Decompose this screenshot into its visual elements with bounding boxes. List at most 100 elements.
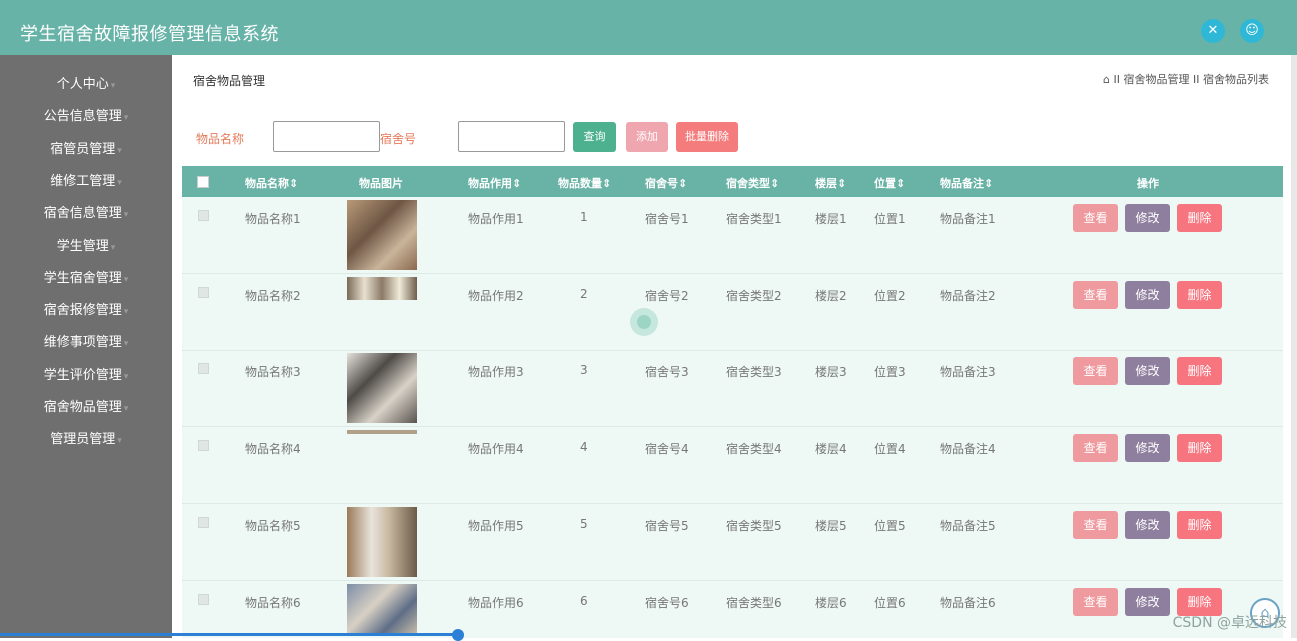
sidebar-item[interactable]: 维修事项管理▾ (0, 327, 172, 359)
view-button[interactable]: 查看 (1073, 281, 1118, 309)
edit-button[interactable]: 修改 (1125, 511, 1170, 539)
sidebar-item-label: 个人中心 (57, 77, 109, 92)
row-checkbox[interactable] (198, 210, 209, 221)
chevron-down-icon: ▾ (124, 307, 129, 317)
sidebar-item-label: 学生管理 (57, 239, 109, 254)
sidebar-item-label: 维修工管理 (50, 174, 115, 189)
breadcrumb-sep: II (1114, 73, 1121, 86)
cell-name: 物品名称5 (245, 517, 301, 534)
view-button[interactable]: 查看 (1073, 588, 1118, 616)
edit-button[interactable]: 修改 (1125, 281, 1170, 309)
home-icon[interactable]: ⌂ (1103, 73, 1110, 86)
sidebar-item[interactable]: 学生管理▾ (0, 231, 172, 263)
cell-roomtype: 宿舍类型3 (726, 363, 782, 380)
col-header-usage[interactable]: 物品作用⇕ (468, 175, 521, 191)
batch-delete-button[interactable]: 批量删除 (676, 122, 738, 152)
cell-position: 位置1 (874, 210, 906, 227)
room-filter-input[interactable] (458, 121, 565, 152)
page-scrollbar[interactable] (1291, 55, 1297, 638)
delete-button[interactable]: 删除 (1177, 357, 1222, 385)
name-filter-input[interactable] (273, 121, 380, 152)
search-button[interactable]: 查询 (573, 122, 616, 152)
cell-remark: 物品备注1 (940, 210, 996, 227)
name-filter-label: 物品名称 (196, 130, 244, 147)
delete-button[interactable]: 删除 (1177, 511, 1222, 539)
breadcrumb-item[interactable]: 宿舍物品列表 (1203, 73, 1269, 86)
cell-room: 宿舍号5 (645, 517, 689, 534)
edit-button[interactable]: 修改 (1125, 434, 1170, 462)
cell-position: 位置2 (874, 287, 906, 304)
cell-name: 物品名称3 (245, 363, 301, 380)
cell-floor: 楼层1 (815, 210, 847, 227)
cell-qty: 3 (580, 363, 588, 377)
cell-floor: 楼层5 (815, 517, 847, 534)
chevron-down-icon: ▾ (124, 113, 129, 123)
row-checkbox[interactable] (198, 440, 209, 451)
view-button[interactable]: 查看 (1073, 511, 1118, 539)
video-progress-track[interactable] (0, 633, 460, 636)
chevron-down-icon: ▾ (111, 243, 116, 253)
app-title: 学生宿舍故障报修管理信息系统 (20, 20, 279, 46)
cell-qty: 2 (580, 287, 588, 301)
cell-usage: 物品作用1 (468, 210, 524, 227)
click-indicator (630, 308, 658, 336)
col-header-name[interactable]: 物品名称⇕ (245, 175, 298, 191)
view-button[interactable]: 查看 (1073, 434, 1118, 462)
cell-roomtype: 宿舍类型2 (726, 287, 782, 304)
sidebar-item[interactable]: 维修工管理▾ (0, 166, 172, 198)
item-image (347, 430, 417, 434)
delete-button[interactable]: 删除 (1177, 281, 1222, 309)
cell-usage: 物品作用3 (468, 363, 524, 380)
cell-room: 宿舍号1 (645, 210, 689, 227)
table-row: 物品名称4物品作用44宿舍号4宿舍类型4楼层4位置4物品备注4查看修改删除 (182, 427, 1283, 504)
chevron-down-icon: ▾ (111, 81, 116, 91)
row-checkbox[interactable] (198, 287, 209, 298)
sidebar-item-label: 宿舍物品管理 (44, 400, 122, 415)
sidebar-item[interactable]: 学生评价管理▾ (0, 360, 172, 392)
sidebar-item-label: 公告信息管理 (44, 109, 122, 124)
watermark: CSDN @卓远科技 (1173, 612, 1287, 632)
cell-position: 位置6 (874, 594, 906, 611)
edit-button[interactable]: 修改 (1125, 204, 1170, 232)
add-button[interactable]: 添加 (626, 122, 668, 152)
col-header-floor[interactable]: 楼层⇕ (815, 175, 846, 191)
sidebar-item[interactable]: 宿舍物品管理▾ (0, 392, 172, 424)
item-image (347, 507, 417, 577)
sidebar-item-label: 管理员管理 (50, 432, 115, 447)
cell-remark: 物品备注4 (940, 440, 996, 457)
sidebar-item[interactable]: 个人中心▾ (0, 69, 172, 101)
chevron-down-icon: ▾ (124, 404, 129, 414)
col-header-room[interactable]: 宿舍号⇕ (645, 175, 687, 191)
user-icon[interactable]: ☺ (1240, 19, 1264, 43)
sidebar-item[interactable]: 宿舍信息管理▾ (0, 198, 172, 230)
edit-button[interactable]: 修改 (1125, 588, 1170, 616)
sidebar-item[interactable]: 学生宿舍管理▾ (0, 263, 172, 295)
breadcrumb-item[interactable]: 宿舍物品管理 (1124, 73, 1190, 86)
table-row: 物品名称6物品作用66宿舍号6宿舍类型6楼层6位置6物品备注6查看修改删除 (182, 581, 1283, 639)
col-header-remark[interactable]: 物品备注⇕ (940, 175, 993, 191)
delete-button[interactable]: 删除 (1177, 204, 1222, 232)
col-header-position[interactable]: 位置⇕ (874, 175, 905, 191)
sidebar-item[interactable]: 公告信息管理▾ (0, 101, 172, 133)
edit-button[interactable]: 修改 (1125, 357, 1170, 385)
sidebar-item[interactable]: 管理员管理▾ (0, 424, 172, 456)
row-checkbox[interactable] (198, 594, 209, 605)
sidebar-item[interactable]: 宿管员管理▾ (0, 134, 172, 166)
row-checkbox[interactable] (198, 517, 209, 528)
video-progress-handle[interactable] (452, 629, 464, 641)
row-checkbox[interactable] (198, 363, 209, 374)
chevron-down-icon: ▾ (117, 178, 122, 188)
view-button[interactable]: 查看 (1073, 357, 1118, 385)
fullscreen-icon[interactable]: ✕ (1201, 19, 1225, 43)
sidebar-item-label: 维修事项管理 (44, 335, 122, 350)
cell-room: 宿舍号2 (645, 287, 689, 304)
col-header-qty[interactable]: 物品数量⇕ (558, 175, 611, 191)
sidebar: 个人中心▾公告信息管理▾宿管员管理▾维修工管理▾宿舍信息管理▾学生管理▾学生宿舍… (0, 55, 172, 638)
delete-button[interactable]: 删除 (1177, 434, 1222, 462)
sidebar-item[interactable]: 宿舍报修管理▾ (0, 295, 172, 327)
select-all-checkbox[interactable] (197, 176, 209, 188)
view-button[interactable]: 查看 (1073, 204, 1118, 232)
cell-roomtype: 宿舍类型6 (726, 594, 782, 611)
col-header-roomtype[interactable]: 宿舍类型⇕ (726, 175, 779, 191)
sidebar-item-label: 学生评价管理 (44, 368, 122, 383)
